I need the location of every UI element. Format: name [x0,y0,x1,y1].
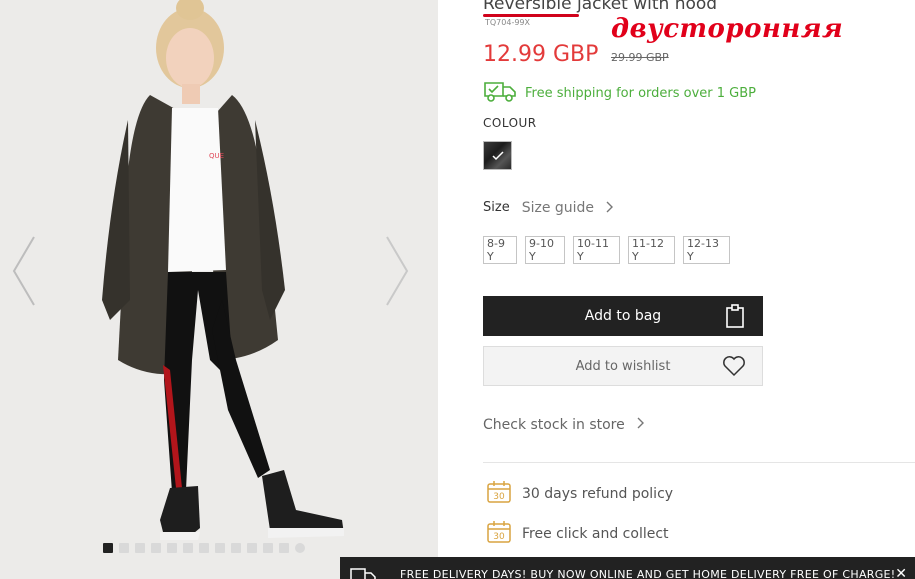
size-option[interactable]: 9-10 Y [525,236,565,264]
checkmark-icon [491,146,504,165]
colour-label: COLOUR [483,116,537,130]
add-to-bag-button[interactable]: Add to bag [483,296,763,336]
gallery-dot[interactable] [119,543,129,553]
calendar-30-icon: 30 [486,520,512,548]
chevron-right-icon [606,198,614,217]
gallery-dot[interactable] [263,543,273,553]
promo-banner-text: FREE DELIVERY DAYS! BUY NOW ONLINE AND G… [400,568,896,579]
size-row: Size Size guide [483,198,614,217]
product-info-panel: Reversible jacket with hood TQ704-99X дв… [483,0,915,579]
colour-swatch-selected[interactable] [483,141,512,170]
section-divider [483,462,915,463]
add-to-wishlist-label: Add to wishlist [575,358,671,374]
product-image-gallery[interactable]: QUE [0,0,438,579]
click-collect-info: 30 Free click and collect [486,520,669,548]
delivery-truck-icon [483,80,517,106]
delivery-van-icon [350,567,376,579]
click-collect-text: Free click and collect [522,526,669,542]
chevron-right-icon [637,417,645,433]
gallery-dot[interactable] [103,543,113,553]
gallery-dot[interactable] [183,543,193,553]
size-option[interactable]: 12-13 Y [683,236,730,264]
svg-text:30: 30 [493,492,505,502]
gallery-dot[interactable] [247,543,257,553]
gallery-dot[interactable] [151,543,161,553]
product-price: 12.99 GBP [483,42,599,67]
gallery-dot[interactable] [231,543,241,553]
refund-policy: 30 30 days refund policy [486,480,673,508]
add-to-bag-label: Add to bag [584,308,662,324]
close-icon[interactable]: ✕ [895,566,907,579]
size-label: Size [483,200,510,215]
product-photo: QUE [0,0,438,579]
shipping-text: Free shipping for orders over 1 GBP [525,85,757,101]
promo-banner: FREE DELIVERY DAYS! BUY NOW ONLINE AND G… [340,557,915,579]
add-to-wishlist-button[interactable]: Add to wishlist [483,346,763,386]
gallery-dot[interactable] [215,543,225,553]
check-stock-label: Check stock in store [483,417,625,433]
handwritten-annotation: двусторонняя [611,14,844,44]
product-title: Reversible jacket with hood [483,0,718,14]
heart-icon [722,355,746,381]
title-highlight-underline [483,14,579,17]
check-stock-link[interactable]: Check stock in store [483,417,645,433]
gallery-dot[interactable] [295,543,305,553]
refund-policy-text: 30 days refund policy [522,486,674,502]
gallery-next-arrow-icon[interactable] [383,235,411,307]
shopping-bag-icon [725,304,745,332]
product-old-price: 29.99 GBP [611,51,669,64]
gallery-prev-arrow-icon[interactable] [10,235,38,307]
gallery-pagination [103,543,305,553]
gallery-dot[interactable] [167,543,177,553]
size-option[interactable]: 10-11 Y [573,236,620,264]
gallery-dot[interactable] [199,543,209,553]
shipping-info: Free shipping for orders over 1 GBP [483,80,756,106]
calendar-30-icon: 30 [486,480,512,508]
gallery-dot[interactable] [135,543,145,553]
svg-text:30: 30 [493,532,505,542]
size-options: 8-9 Y 9-10 Y 10-11 Y 11-12 Y 12-13 Y [483,236,730,264]
svg-text:QUE: QUE [209,152,224,160]
gallery-dot[interactable] [279,543,289,553]
product-sku: TQ704-99X [485,18,530,27]
size-option[interactable]: 11-12 Y [628,236,675,264]
size-option[interactable]: 8-9 Y [483,236,517,264]
size-guide-link[interactable]: Size guide [522,200,594,216]
